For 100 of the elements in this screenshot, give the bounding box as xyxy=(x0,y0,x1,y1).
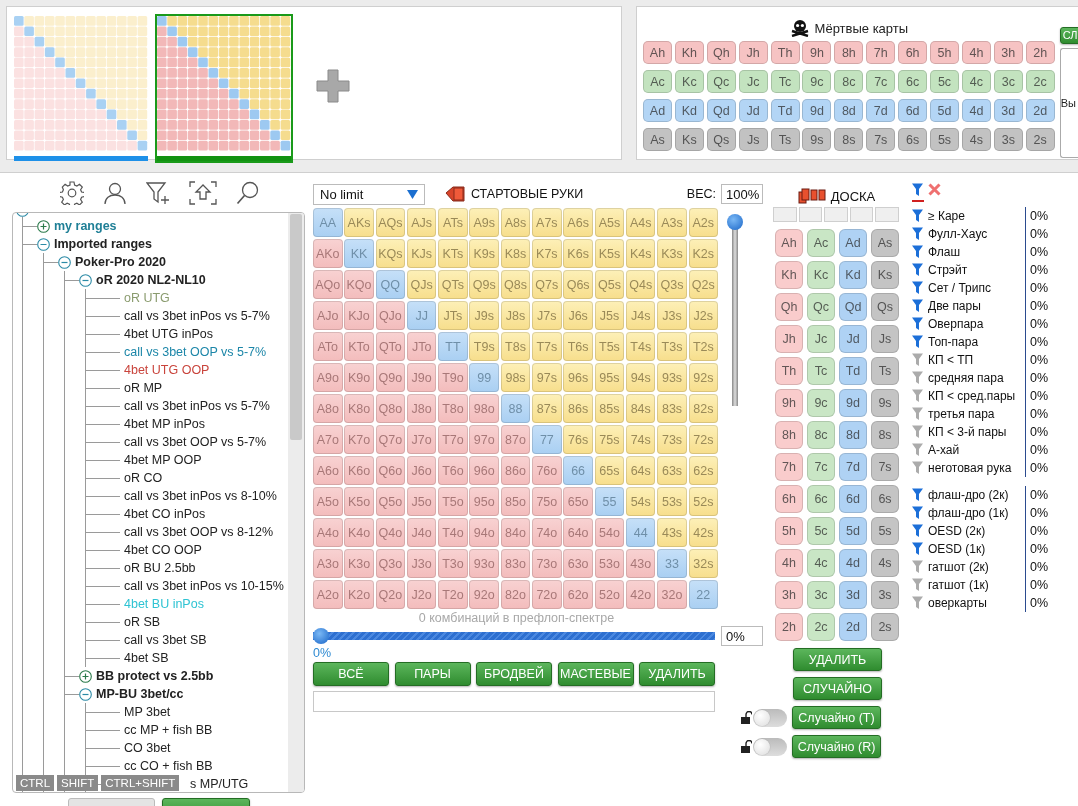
tree-folder[interactable]: Poker-Pro 2020 xyxy=(75,255,167,269)
hand-cell[interactable]: J5s xyxy=(594,301,625,330)
tree-item[interactable]: oR BU 2.5bb xyxy=(124,561,196,575)
filter-label[interactable]: гатшот (2к) xyxy=(928,560,1025,574)
tree-item[interactable]: 4bet SB xyxy=(124,651,169,665)
hand-cell[interactable]: AQs xyxy=(375,208,406,237)
hand-cell[interactable]: QJo xyxy=(375,301,406,330)
card[interactable]: 5s xyxy=(871,517,899,545)
hand-cell[interactable]: J9s xyxy=(469,301,499,330)
hand-cell[interactable]: ATo xyxy=(313,332,343,361)
hand-cell[interactable]: Q8o xyxy=(375,394,406,423)
hand-cell[interactable]: 32s xyxy=(688,549,719,578)
tree-item[interactable]: CO 3bet xyxy=(124,741,171,755)
card[interactable]: 4s xyxy=(871,549,899,577)
hand-cell[interactable]: A2o xyxy=(313,580,343,609)
hand-cell[interactable]: 62o xyxy=(563,580,593,609)
hand-cell[interactable]: A8o xyxy=(313,394,343,423)
tree-item[interactable]: call vs 3bet OOP vs 5-7% xyxy=(124,345,267,359)
action-button[interactable]: ПАРЫ xyxy=(394,662,471,686)
hand-cell[interactable]: KK xyxy=(344,239,374,268)
hand-cell[interactable]: 83s xyxy=(657,394,687,423)
card[interactable]: 2d xyxy=(1025,99,1055,122)
hand-cell[interactable]: 96o xyxy=(469,456,499,485)
card[interactable]: Jh xyxy=(738,41,768,64)
hand-cell[interactable]: KJs xyxy=(406,239,437,268)
filter-icon[interactable] xyxy=(912,488,923,502)
card[interactable]: 8c xyxy=(834,70,864,93)
toggle-switch[interactable] xyxy=(753,708,787,727)
filter-icon[interactable] xyxy=(912,281,923,295)
hand-cell[interactable]: T3o xyxy=(438,549,468,578)
filter-label[interactable]: Сет / Трипс xyxy=(928,281,1025,295)
plus-icon[interactable] xyxy=(37,219,50,233)
hand-cell[interactable]: 93s xyxy=(657,363,687,392)
filter-label[interactable]: Оверпара xyxy=(928,317,1025,331)
card[interactable]: 4d xyxy=(839,549,867,577)
hand-cell[interactable]: 77 xyxy=(532,425,562,454)
card[interactable]: Td xyxy=(770,99,800,122)
filter-icon[interactable] xyxy=(912,389,923,403)
card[interactable]: 7d xyxy=(839,453,867,481)
card[interactable]: 2s xyxy=(871,613,899,641)
action-button[interactable]: БРОДВЕЙ xyxy=(476,662,552,686)
card[interactable]: 9h xyxy=(775,389,803,417)
card[interactable]: 2h xyxy=(775,613,803,641)
hand-cell[interactable]: 64s xyxy=(625,456,656,485)
card[interactable]: 9h xyxy=(802,41,832,64)
filter-label[interactable]: оверкарты xyxy=(928,596,1025,610)
hand-cell[interactable]: T6s xyxy=(563,332,593,361)
card[interactable]: Jd xyxy=(738,99,768,122)
card[interactable]: Ac xyxy=(807,229,835,257)
tree-item[interactable]: 4bet BU inPos xyxy=(124,597,204,611)
filter-label[interactable]: третья пара xyxy=(928,407,1025,421)
card[interactable]: 8d xyxy=(839,421,867,449)
card[interactable]: 3d xyxy=(993,99,1023,122)
filter-label[interactable]: А-хай xyxy=(928,443,1025,457)
filter-label[interactable]: ≥ Каре xyxy=(928,209,1025,223)
hand-cell[interactable]: 65o xyxy=(563,487,593,516)
hand-cell[interactable]: KTo xyxy=(344,332,374,361)
hand-cell[interactable]: QTo xyxy=(375,332,406,361)
range-thumbnail[interactable] xyxy=(155,14,293,163)
card[interactable]: 6s xyxy=(871,485,899,513)
hand-cell[interactable]: 92s xyxy=(688,363,719,392)
card[interactable]: 6c xyxy=(807,485,835,513)
filter-icon[interactable] xyxy=(912,227,923,241)
unlocked-icon[interactable] xyxy=(741,711,752,724)
hand-cell[interactable]: K4o xyxy=(344,518,374,547)
hand-cell[interactable]: A9s xyxy=(469,208,499,237)
hand-cell[interactable]: A4o xyxy=(313,518,343,547)
card[interactable]: 3s xyxy=(993,128,1023,151)
hand-cell[interactable]: 32o xyxy=(657,580,687,609)
filter-icon[interactable] xyxy=(912,183,924,202)
hand-cell[interactable]: K8s xyxy=(500,239,531,268)
hand-cell[interactable]: Q4o xyxy=(375,518,406,547)
hand-cell[interactable]: Q7s xyxy=(532,270,562,299)
filter-label[interactable]: Флаш xyxy=(928,245,1025,259)
card[interactable]: 5c xyxy=(807,517,835,545)
card[interactable]: 6c xyxy=(898,70,928,93)
hand-cell[interactable]: 74o xyxy=(532,518,562,547)
card[interactable]: Qd xyxy=(839,293,867,321)
filter-icon[interactable] xyxy=(912,425,923,439)
hand-cell[interactable]: 53o xyxy=(594,549,625,578)
hand-cell[interactable]: 65s xyxy=(594,456,625,485)
hand-cell[interactable]: 87s xyxy=(532,394,562,423)
minus-icon[interactable] xyxy=(58,255,71,269)
action-button[interactable]: УДАЛИТЬ xyxy=(793,648,882,671)
hand-cell[interactable]: A6o xyxy=(313,456,343,485)
hand-cell[interactable]: T7s xyxy=(532,332,562,361)
hand-cell[interactable]: 93o xyxy=(469,549,499,578)
filter-label[interactable]: средняя пара xyxy=(928,371,1025,385)
hand-cell[interactable]: J4s xyxy=(625,301,656,330)
hand-cell[interactable]: 63o xyxy=(563,549,593,578)
tree-item[interactable]: call vs 3bet OOP vs 5-7% xyxy=(124,435,267,449)
hand-cell[interactable]: 82o xyxy=(500,580,531,609)
hand-cell[interactable]: 84s xyxy=(625,394,656,423)
hand-cell[interactable]: 42s xyxy=(688,518,719,547)
filter-label[interactable]: КП < ТП xyxy=(928,353,1025,367)
filter-icon[interactable] xyxy=(912,335,923,349)
hand-cell[interactable]: A8s xyxy=(500,208,531,237)
hand-cell[interactable]: J3o xyxy=(406,549,437,578)
hand-cell[interactable]: QJs xyxy=(406,270,437,299)
card[interactable]: 4c xyxy=(961,70,991,93)
